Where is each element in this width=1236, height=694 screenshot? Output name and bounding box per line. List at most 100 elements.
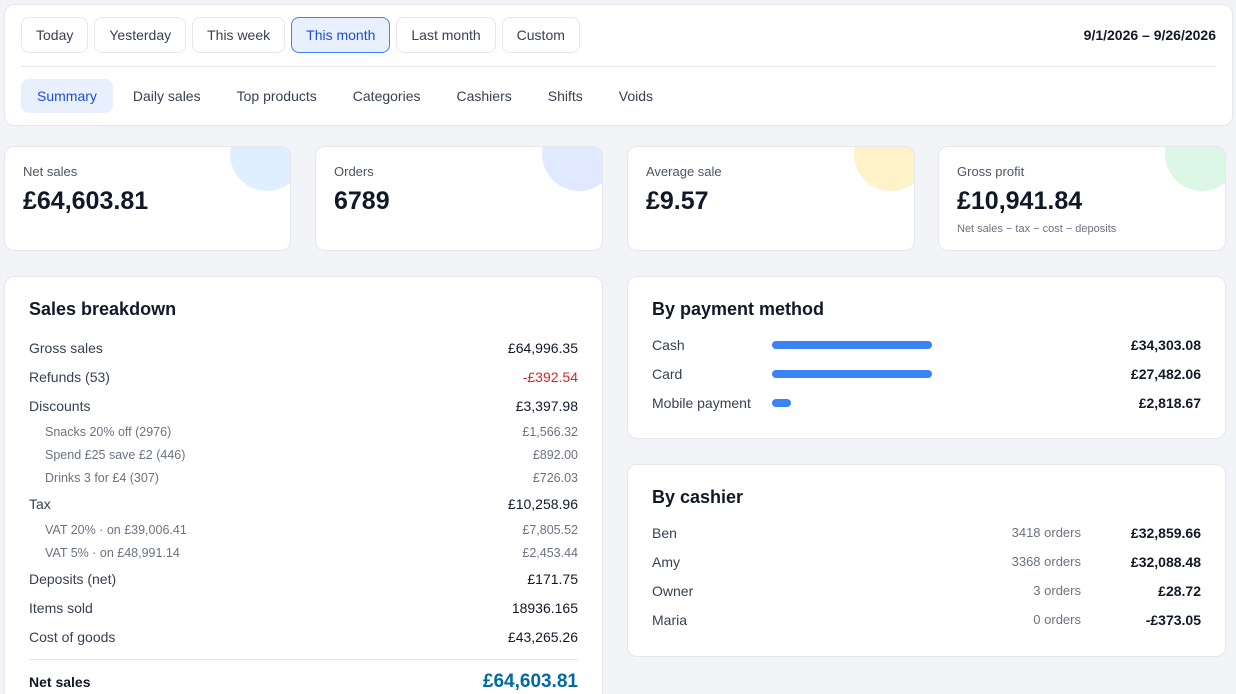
stat-value: £9.57 bbox=[646, 187, 709, 215]
range-button-custom[interactable]: Custom bbox=[501, 17, 580, 53]
breakdown-value: £3,397.98 bbox=[515, 397, 578, 414]
breakdown-label: Cost of goods bbox=[29, 628, 116, 645]
date-range-buttons: Today Yesterday This week This month Last mo… bbox=[21, 17, 580, 53]
cashier-orders: 3368 orders bbox=[1011, 554, 1081, 569]
payment-name: Cash bbox=[652, 336, 685, 353]
tab-shifts[interactable]: Shifts bbox=[532, 79, 599, 113]
payment-bar bbox=[772, 398, 932, 407]
breakdown-value: £43,265.26 bbox=[507, 628, 578, 645]
stat-label: Net sales bbox=[23, 164, 78, 179]
cashier-rows: Ben 3418 orders £32,859.66 Amy 3368 orders £3… bbox=[652, 518, 1201, 634]
breakdown-sub-value: £2,453.44 bbox=[522, 545, 578, 560]
tab-summary[interactable]: Summary bbox=[21, 79, 113, 113]
stat-bubble-decoration bbox=[1165, 147, 1225, 191]
cashier-amount: -£373.05 bbox=[1145, 611, 1201, 628]
payment-bar bbox=[772, 340, 932, 349]
breakdown-sub-value: £7,805.52 bbox=[522, 522, 578, 537]
breakdown-value: £10,258.96 bbox=[507, 495, 578, 512]
breakdown-row: Gross sales £64,996.35 bbox=[29, 333, 578, 362]
stat-value: 6789 bbox=[334, 187, 390, 215]
breakdown-sub-value: £1,566.32 bbox=[522, 424, 578, 439]
cashier-orders: 0 orders bbox=[1033, 612, 1081, 627]
payment-name: Mobile payment bbox=[652, 394, 751, 411]
breakdown-sub-label: Snacks 20% off (2976) bbox=[45, 424, 172, 439]
cashier-orders: 3418 orders bbox=[1011, 525, 1081, 540]
payment-row: Card £27,482.06 bbox=[652, 359, 1201, 388]
tab-cashiers[interactable]: Cashiers bbox=[440, 79, 527, 113]
breakdown-label: Gross sales bbox=[29, 339, 103, 356]
stat-card-net-sales: Net sales £64,603.81 bbox=[4, 146, 291, 251]
cashier-row: Ben 3418 orders £32,859.66 bbox=[652, 518, 1201, 547]
tab-voids[interactable]: Voids bbox=[603, 79, 669, 113]
breakdown-value: -£392.54 bbox=[522, 368, 578, 385]
breakdown-label: Tax bbox=[29, 495, 51, 512]
breakdown-rows: Gross sales £64,996.35 Refunds (53) -£392.5… bbox=[29, 333, 578, 694]
breakdown-subrow: VAT 5% · on £48,991.14 £2,453.44 bbox=[29, 541, 578, 564]
cashier-card: By cashier Ben 3418 orders £32,859.66 Amy 33… bbox=[627, 464, 1226, 657]
cashier-row: Maria 0 orders -£373.05 bbox=[652, 605, 1201, 634]
stat-value: £10,941.84 bbox=[957, 187, 1083, 215]
range-button-this-week[interactable]: This week bbox=[192, 17, 286, 53]
stat-card-gross-profit: Gross profit £10,941.84 Net sales − tax … bbox=[938, 146, 1226, 251]
breakdown-row: Items sold 18936.165 bbox=[29, 593, 578, 622]
net-sales-label: Net sales bbox=[29, 674, 91, 690]
tab-categories[interactable]: Categories bbox=[337, 79, 437, 113]
card-title: Sales breakdown bbox=[29, 299, 177, 319]
range-button-this-month[interactable]: This month bbox=[291, 17, 391, 53]
range-button-yesterday[interactable]: Yesterday bbox=[94, 17, 187, 53]
payment-amount: £27,482.06 bbox=[1130, 365, 1201, 382]
stat-note: Net sales − tax − cost − deposits bbox=[957, 223, 1117, 235]
range-button-today[interactable]: Today bbox=[21, 17, 89, 53]
stat-label: Gross profit bbox=[957, 164, 1025, 179]
cashier-row: Owner 3 orders £28.72 bbox=[652, 576, 1201, 605]
breakdown-value: £64,996.35 bbox=[507, 339, 578, 356]
range-button-last-month[interactable]: Last month bbox=[396, 17, 496, 53]
breakdown-subrow: Snacks 20% off (2976) £1,566.32 bbox=[29, 420, 578, 443]
breakdown-row: Refunds (53) -£392.54 bbox=[29, 362, 578, 391]
net-sales-row: Net sales £64,603.81 bbox=[29, 660, 578, 694]
cashier-name: Owner bbox=[652, 582, 694, 599]
payment-amount: £34,303.08 bbox=[1130, 336, 1201, 353]
payment-rows: Cash £34,303.08 Card £27,482.06 Mobile payme… bbox=[652, 330, 1201, 417]
breakdown-value: 18936.165 bbox=[511, 599, 578, 616]
breakdown-sub-value: £892.00 bbox=[532, 447, 578, 462]
payment-bar-fill bbox=[772, 369, 932, 378]
breakdown-label: Discounts bbox=[29, 397, 91, 414]
card-title: By cashier bbox=[652, 487, 744, 507]
stat-value: £64,603.81 bbox=[23, 187, 149, 215]
breakdown-sub-label: VAT 20% · on £39,006.41 bbox=[45, 522, 187, 537]
breakdown-row: Deposits (net) £171.75 bbox=[29, 564, 578, 593]
cashier-name: Ben bbox=[652, 524, 677, 541]
breakdown-row: Discounts £3,397.98 bbox=[29, 391, 578, 420]
cashier-amount: £32,859.66 bbox=[1130, 524, 1201, 541]
cashier-amount: £32,088.48 bbox=[1130, 553, 1201, 570]
sales-breakdown-card: Sales breakdown Gross sales £64,996.35 Ref… bbox=[4, 276, 603, 694]
breakdown-label: Refunds (53) bbox=[29, 368, 110, 385]
breakdown-sub-label: Spend £25 save £2 (446) bbox=[45, 447, 186, 462]
breakdown-label: Items sold bbox=[29, 599, 93, 616]
stat-card-average-sale: Average sale £9.57 bbox=[627, 146, 915, 251]
stat-bubble-decoration bbox=[854, 147, 914, 191]
date-range-label: 9/1/2026 – 9/26/2026 bbox=[1083, 27, 1216, 43]
stat-label: Average sale bbox=[646, 164, 722, 179]
payment-bar-fill bbox=[772, 340, 932, 349]
payment-method-card: By payment method Cash £34,303.08 Card £27,… bbox=[627, 276, 1226, 439]
cashier-orders: 3 orders bbox=[1033, 583, 1081, 598]
payment-bar-fill bbox=[772, 398, 792, 407]
stat-bubble-decoration bbox=[542, 147, 602, 191]
cashier-row: Amy 3368 orders £32,088.48 bbox=[652, 547, 1201, 576]
breakdown-value: £171.75 bbox=[527, 570, 578, 587]
breakdown-subrow: Drinks 3 for £4 (307) £726.03 bbox=[29, 466, 578, 489]
breakdown-sub-label: VAT 5% · on £48,991.14 bbox=[45, 545, 180, 560]
cashier-amount: £28.72 bbox=[1158, 582, 1201, 599]
payment-row: Cash £34,303.08 bbox=[652, 330, 1201, 359]
tab-daily-sales[interactable]: Daily sales bbox=[117, 79, 217, 113]
payment-row: Mobile payment £2,818.67 bbox=[652, 388, 1201, 417]
net-sales-value: £64,603.81 bbox=[482, 671, 578, 692]
breakdown-sub-label: Drinks 3 for £4 (307) bbox=[45, 470, 159, 485]
breakdown-sub-value: £726.03 bbox=[532, 470, 578, 485]
breakdown-subrow: Spend £25 save £2 (446) £892.00 bbox=[29, 443, 578, 466]
tab-top-products[interactable]: Top products bbox=[221, 79, 333, 113]
payment-amount: £2,818.67 bbox=[1138, 394, 1201, 411]
stat-label: Orders bbox=[334, 164, 374, 179]
